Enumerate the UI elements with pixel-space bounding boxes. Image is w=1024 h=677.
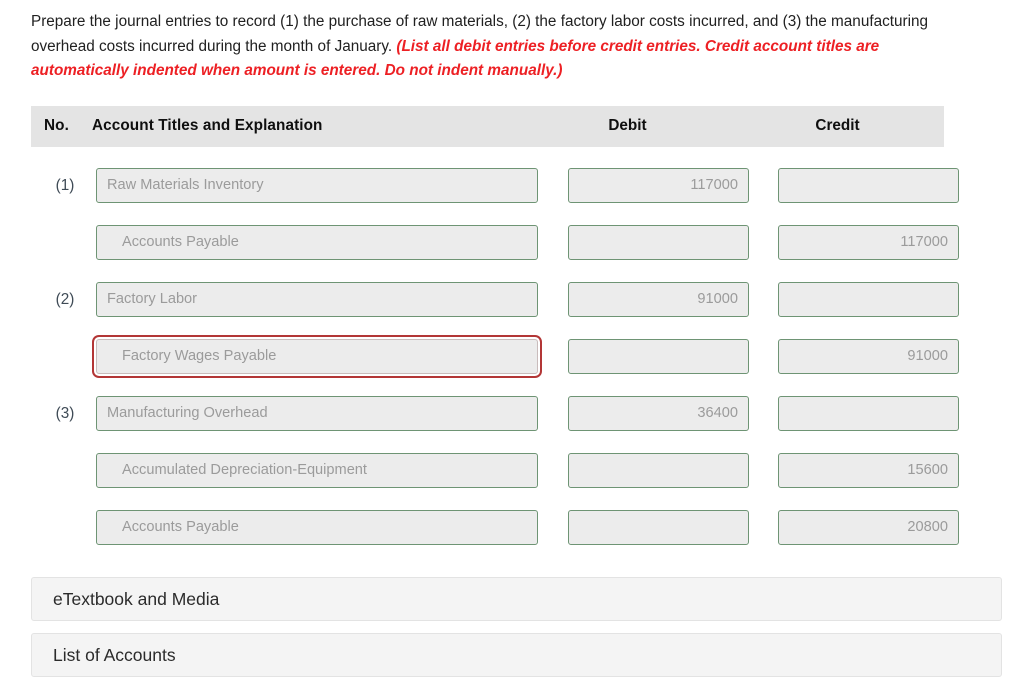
- credit-amount-input[interactable]: [778, 396, 959, 431]
- account-title-input[interactable]: Factory Wages Payable: [96, 339, 538, 374]
- credit-amount-input[interactable]: 15600: [778, 453, 959, 488]
- debit-amount-input[interactable]: [568, 225, 749, 260]
- credit-amount-input[interactable]: 20800: [778, 510, 959, 545]
- credit-amount-input[interactable]: [778, 282, 959, 317]
- table-header-row: No. Account Titles and Explanation Debit…: [31, 106, 944, 147]
- credit-amount-input[interactable]: 117000: [778, 225, 959, 260]
- table-row: (1) Raw Materials Inventory 117000: [31, 162, 959, 219]
- credit-amount-input[interactable]: [778, 168, 959, 203]
- account-title-input[interactable]: Raw Materials Inventory: [96, 168, 538, 203]
- journal-entry-table: No. Account Titles and Explanation Debit…: [31, 106, 959, 561]
- table-row: (3) Manufacturing Overhead 36400: [31, 390, 959, 447]
- account-title-input[interactable]: Accounts Payable: [96, 510, 538, 545]
- account-title-input[interactable]: Accounts Payable: [96, 225, 538, 260]
- debit-amount-input[interactable]: 36400: [568, 396, 749, 431]
- debit-amount-input[interactable]: [568, 453, 749, 488]
- credit-amount-input[interactable]: 91000: [778, 339, 959, 374]
- table-row: Factory Wages Payable 91000: [31, 333, 959, 390]
- table-row: Accumulated Depreciation-Equipment 15600: [31, 447, 959, 504]
- table-row: (2) Factory Labor 91000: [31, 276, 959, 333]
- row-number-label: (2): [55, 291, 75, 308]
- table-row: Accounts Payable 20800: [31, 504, 959, 561]
- account-title-input[interactable]: Manufacturing Overhead: [96, 396, 538, 431]
- column-header-debit: Debit: [608, 117, 647, 134]
- list-of-accounts-panel[interactable]: List of Accounts: [31, 633, 1002, 677]
- instructions-paragraph: Prepare the journal entries to record (1…: [31, 10, 953, 84]
- row-number-label: (3): [55, 405, 75, 422]
- row-number-label: (1): [55, 177, 75, 194]
- debit-amount-input[interactable]: [568, 510, 749, 545]
- column-header-credit: Credit: [815, 117, 860, 134]
- table-row: Accounts Payable 117000: [31, 219, 959, 276]
- etextbook-and-media-panel[interactable]: eTextbook and Media: [31, 577, 1002, 621]
- column-header-no: No.: [44, 117, 69, 134]
- debit-amount-input[interactable]: 117000: [568, 168, 749, 203]
- debit-amount-input[interactable]: 91000: [568, 282, 749, 317]
- journal-rows-container: (1) Raw Materials Inventory 117000 Accounts…: [31, 147, 959, 561]
- account-title-input[interactable]: Factory Labor: [96, 282, 538, 317]
- debit-amount-input[interactable]: [568, 339, 749, 374]
- account-title-input[interactable]: Accumulated Depreciation-Equipment: [96, 453, 538, 488]
- column-header-account: Account Titles and Explanation: [92, 117, 323, 134]
